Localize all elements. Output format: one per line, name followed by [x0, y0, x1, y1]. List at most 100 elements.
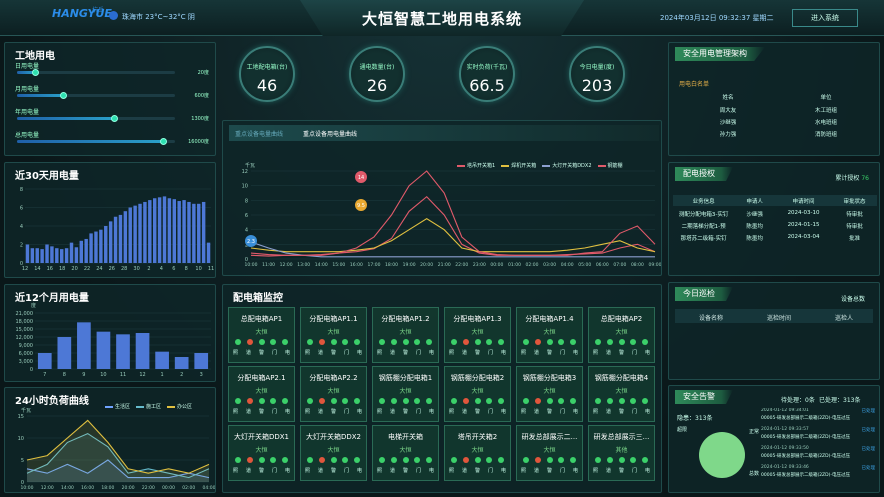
cabinet-card[interactable]: 钢筋棚分配电箱4 大恒照道 警 门 电: [588, 366, 655, 422]
cabinet-card[interactable]: 分配电箱AP2.1 大恒照道 警 门 电: [228, 366, 295, 422]
patrol-title: 今日巡检: [675, 287, 733, 301]
alarm-item[interactable]: 2024-01-12 09:33:57 已处理 00005-研发总部展示二级箱(2Z…: [761, 427, 877, 445]
status-dot: [390, 457, 397, 463]
dot-label: 道: [389, 350, 395, 356]
alarm-state: 已处理: [861, 447, 876, 452]
tab-device-power[interactable]: 重点设备电量曲线: [235, 129, 283, 138]
bar: [89, 233, 93, 263]
power-row-value: 16000度: [188, 139, 209, 145]
status-dot: [342, 339, 349, 345]
dot-label: 警: [258, 409, 264, 415]
alarm-item[interactable]: 2024-01-12 09:33:46 已处理 00005-研发总部展示二级箱(2Z…: [761, 465, 877, 483]
site-power-title: 工地用电: [15, 51, 55, 62]
table-row[interactable]: 那塔苏二级箱-实钉 陈墨均 2024-03-04 批准: [673, 232, 877, 243]
status-dot: [523, 398, 529, 404]
cabinet-status: 其他: [615, 447, 628, 454]
table-header: 姓名 单位: [679, 91, 875, 102]
dot-label: 警: [618, 350, 624, 356]
cabinet-dots: [523, 457, 576, 464]
cabinet-name: 电梯开关箱: [388, 433, 423, 441]
dot-label: 道: [461, 409, 467, 415]
status-dot: [379, 398, 385, 404]
whitelist-label: 用电白名单: [679, 81, 710, 88]
dot-label: 道: [533, 468, 539, 474]
x-tick-label: 12: [139, 372, 145, 378]
status-dot: [414, 398, 421, 404]
cabinet-card[interactable]: 钢筋棚分配电箱3 大恒照道 警 门 电: [516, 366, 583, 422]
dot-label: 警: [474, 409, 480, 415]
bar: [194, 353, 209, 369]
status-dot: [595, 339, 601, 345]
dot-label: 照: [449, 468, 455, 474]
cabinet-dot-labels: 照道 警 门 电: [233, 467, 290, 474]
status-dot: [523, 457, 529, 463]
cabinet-name: 研发总部展示二...: [521, 433, 578, 441]
alarm-item[interactable]: 2024-01-12 09:33:50 已处理 00005-研发总部展示二级箱(2Z…: [761, 446, 877, 464]
auth-total: 累计授权 76: [835, 173, 869, 182]
cabinet-card[interactable]: 研发总部展示三... 其他照道 警 门 电: [588, 425, 655, 481]
bar: [143, 201, 147, 263]
dot-label: 电: [500, 350, 506, 356]
cabinet-card[interactable]: 大灯开关箱DDX1 大恒照道 警 门 电: [228, 425, 295, 481]
status-dot: [258, 457, 265, 463]
cabinet-card[interactable]: 分配电箱AP2.2 大恒照道 警 门 电: [300, 366, 367, 422]
table-row[interactable]: 孙力强 消防班组: [679, 128, 875, 139]
patrol-panel: 今日巡检 设备总数 设备名称 巡检时间 巡检人: [668, 282, 880, 380]
y-axis-unit: 千瓦: [21, 407, 31, 414]
status-dot: [618, 457, 625, 463]
cabinet-card[interactable]: 分配电箱AP1.1 大恒照道 警 门 电: [300, 307, 367, 363]
bar: [45, 244, 49, 263]
cabinet-card[interactable]: 电梯开关箱 大恒照道 警 门 电: [372, 425, 439, 481]
status-dot: [282, 339, 288, 345]
dot-label: 电: [284, 350, 290, 356]
alarm-item[interactable]: 2024-01-12 09:34:01 已处理 00005-研发总部展示二级箱(2Z…: [761, 408, 877, 426]
dot-label: 门: [559, 350, 565, 356]
trend-tabbar: 重点设备电量曲线 重点设备用电量曲线: [229, 125, 659, 141]
cabinet-dots: [595, 457, 648, 464]
cabinet-name: 分配电箱AP1.1: [309, 315, 358, 323]
bar: [37, 353, 52, 369]
alarm-text: 00005-研发总部展示二级箱(2ZD)-电压过压: [761, 454, 850, 459]
y-tick-label: 8: [20, 187, 23, 193]
enter-system-button[interactable]: 进入系统: [792, 9, 858, 27]
x-tick-label: 02:00: [182, 485, 195, 491]
table-header-cell: 姓名: [722, 95, 734, 101]
cabinet-card[interactable]: 分配电箱AP1.3 大恒照道 警 门 电: [444, 307, 511, 363]
table-row[interactable]: 沙继强 水电班组: [679, 116, 875, 127]
cabinet-card[interactable]: 分配电箱AP1.2 大恒照道 警 门 电: [372, 307, 439, 363]
table-row[interactable]: 测配分配电箱3-实钉 沙继强 2024-03-10 待审批: [673, 208, 877, 219]
alarm-state: 已处理: [861, 466, 876, 471]
table-header-cell: 申请时间: [792, 199, 815, 205]
status-dot: [379, 339, 385, 345]
bar: [155, 351, 169, 369]
bar: [40, 249, 44, 263]
power-row-value: 600度: [194, 93, 209, 99]
cabinet-card[interactable]: 钢筋棚分配电箱2 大恒照道 警 门 电: [444, 366, 511, 422]
cabinet-card[interactable]: 总配电箱AP1 大恒照道 警 门 电: [228, 307, 295, 363]
table-cell: 2024-01-15: [787, 222, 820, 228]
bar: [94, 231, 98, 263]
y-tick-label: 6: [245, 213, 248, 219]
cabinet-card[interactable]: 大灯开关箱DDX2 大恒照道 警 门 电: [300, 425, 367, 481]
status-dot: [462, 398, 469, 404]
cabinet-dots: [307, 339, 360, 346]
cabinet-card[interactable]: 总配电箱AP2 大恒照道 警 门 电: [588, 307, 655, 363]
tab-device-energy[interactable]: 重点设备用电量曲线: [303, 129, 357, 138]
bar: [59, 249, 64, 263]
cabinet-dot-labels: 照道 警 门 电: [449, 467, 506, 474]
bar: [77, 322, 91, 369]
dot-label: 照: [305, 350, 311, 356]
table-row[interactable]: 周大友 木工班组: [679, 104, 875, 115]
cabinet-status: 大恒: [471, 447, 484, 454]
status-dot: [390, 339, 397, 345]
cabinet-card[interactable]: 塔吊开关箱2 大恒照道 警 门 电: [444, 425, 511, 481]
pie-label-over: 超限: [677, 427, 688, 433]
cabinet-card[interactable]: 钢筋棚分配电箱1 大恒照道 警 门 电: [372, 366, 439, 422]
dot-label: 门: [487, 468, 493, 474]
table-row[interactable]: 二期落梯分配1-预 陈墨均 2024-01-15 待审批: [673, 220, 877, 231]
x-tick-label: 12:00: [280, 262, 293, 268]
cabinet-card[interactable]: 分配电箱AP1.4 大恒照道 警 门 电: [516, 307, 583, 363]
cabinet-dots: [595, 339, 648, 346]
bar: [113, 216, 118, 263]
cabinet-card[interactable]: 研发总部展示二... 大恒照道 警 门 电: [516, 425, 583, 481]
